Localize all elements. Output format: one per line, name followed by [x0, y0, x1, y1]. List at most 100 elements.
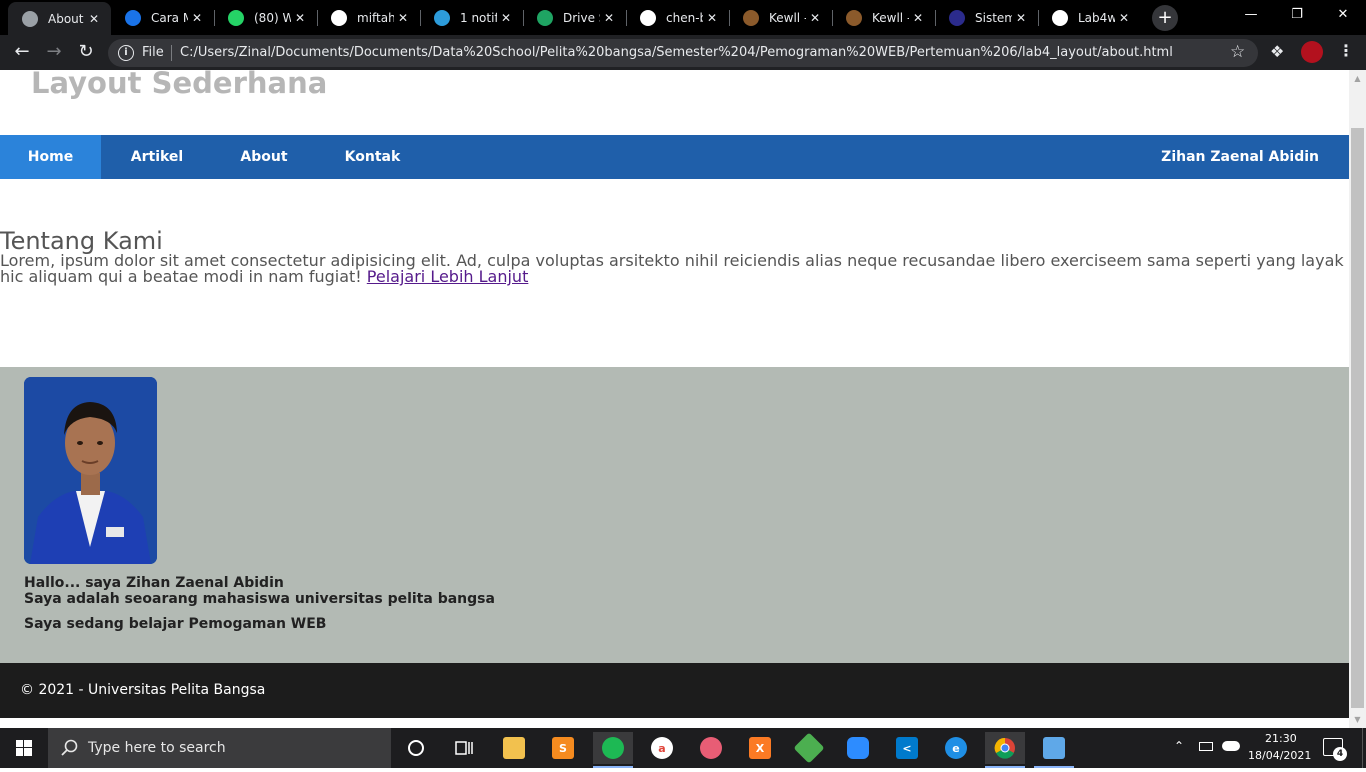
- notification-count: 4: [1333, 747, 1347, 761]
- search-icon: [60, 738, 80, 758]
- onedrive-cloud-icon[interactable]: [1222, 741, 1240, 751]
- show-desktop-button[interactable]: [1362, 728, 1366, 768]
- browser-tab-label: (80) Wh: [254, 10, 291, 25]
- browser-tab[interactable]: miftahu✕: [317, 0, 420, 35]
- scroll-down-arrow-icon[interactable]: ▼: [1349, 711, 1366, 728]
- new-tab-button[interactable]: +: [1152, 5, 1178, 31]
- tab-close-icon[interactable]: ✕: [600, 11, 618, 25]
- browser-tab[interactable]: (80) Wh✕: [214, 0, 317, 35]
- git-icon[interactable]: [789, 732, 829, 764]
- nav-about[interactable]: About: [213, 135, 315, 179]
- browser-tab[interactable]: Kewll - ✕: [729, 0, 832, 35]
- search-placeholder: Type here to search: [88, 740, 226, 756]
- minimize-icon[interactable]: —: [1228, 0, 1274, 32]
- page-viewport: Layout Sederhana Home Artikel About Kont…: [0, 70, 1349, 728]
- clock-time[interactable]: 21:30: [1265, 732, 1297, 745]
- chrome-page-icon: [22, 10, 38, 27]
- app-a-icon[interactable]: a: [642, 732, 682, 764]
- close-window-icon[interactable]: ✕: [1320, 0, 1366, 32]
- restore-icon[interactable]: ❐: [1274, 0, 1320, 32]
- messenger-icon: [434, 9, 450, 26]
- browser-tab-label: Drive S: [563, 10, 600, 25]
- windows-start-icon[interactable]: [0, 728, 48, 768]
- extensions-puzzle-icon[interactable]: ❖: [1270, 42, 1284, 61]
- forward-arrow-icon[interactable]: →: [42, 41, 66, 65]
- whatsapp-icon: [228, 9, 244, 26]
- control-panel-icon[interactable]: [1034, 732, 1074, 768]
- page-footer: © 2021 - Universitas Pelita Bangsa: [0, 663, 1349, 718]
- browser-tab[interactable]: Cara M✕: [111, 0, 214, 35]
- main-navbar: Home Artikel About Kontak Zihan Zaenal A…: [0, 135, 1349, 179]
- browser-tab-label: chen-b: [666, 10, 703, 25]
- learn-more-link[interactable]: Pelajari Lebih Lanjut: [367, 267, 529, 286]
- xampp-icon[interactable]: X: [740, 732, 780, 764]
- profile-photo: [24, 377, 157, 564]
- nav-artikel[interactable]: Artikel: [101, 135, 213, 179]
- browser-tab-label: 1 notifi: [460, 10, 497, 25]
- chrome-icon[interactable]: [985, 732, 1025, 768]
- browser-tab[interactable]: chen-b✕: [626, 0, 729, 35]
- browser-tab[interactable]: About ✕: [8, 2, 111, 35]
- browser-tab[interactable]: Sistem ✕: [935, 0, 1038, 35]
- bookmark-star-icon[interactable]: ☆: [1230, 42, 1245, 62]
- task-view-icon[interactable]: [444, 732, 484, 764]
- sublime-text-icon[interactable]: S: [543, 732, 583, 764]
- browser-tab[interactable]: Drive S✕: [523, 0, 626, 35]
- nav-home[interactable]: Home: [0, 135, 101, 179]
- tab-close-icon[interactable]: ✕: [394, 11, 412, 25]
- browser-tab-strip: About✕Cara M✕(80) Wh✕miftahu✕1 notifi✕Dr…: [0, 0, 1366, 35]
- browser-tab[interactable]: Kewll - ✕: [832, 0, 935, 35]
- browser-tab[interactable]: 1 notifi✕: [420, 0, 523, 35]
- vertical-scrollbar[interactable]: ▲ ▼: [1349, 70, 1366, 728]
- info-icon[interactable]: i: [118, 45, 134, 61]
- tab-close-icon[interactable]: ✕: [1115, 11, 1133, 25]
- browser-tab-label: Cara M: [151, 10, 188, 25]
- browser-toolbar: ← → ↻ i File C:/Users/Zinal/Documents/Do…: [0, 35, 1366, 70]
- github-icon: [331, 9, 347, 26]
- more-menu-icon[interactable]: ⋮: [1338, 41, 1354, 60]
- cortana-icon[interactable]: [396, 732, 436, 764]
- tray-chevron-up-icon[interactable]: ⌃: [1174, 739, 1184, 753]
- profile-avatar[interactable]: [1301, 41, 1323, 63]
- zoom-icon[interactable]: [838, 732, 878, 764]
- back-arrow-icon[interactable]: ←: [10, 41, 34, 65]
- battery-icon[interactable]: [1199, 742, 1213, 751]
- browser-tab-label: miftahu: [357, 10, 394, 25]
- url-text[interactable]: C:/Users/Zinal/Documents/Documents/Data%…: [180, 45, 1173, 60]
- tab-close-icon[interactable]: ✕: [806, 11, 824, 25]
- browser-tab[interactable]: Lab4we✕: [1038, 0, 1141, 35]
- address-bar[interactable]: i File C:/Users/Zinal/Documents/Document…: [108, 39, 1258, 67]
- tab-close-icon[interactable]: ✕: [497, 11, 515, 25]
- clock-date[interactable]: 18/04/2021: [1248, 749, 1311, 762]
- profile-section: Hallo... saya Zihan Zaenal Abidin Saya a…: [0, 367, 1349, 663]
- reload-icon[interactable]: ↻: [74, 41, 98, 65]
- spotify-icon[interactable]: [593, 732, 633, 768]
- site-title: Layout Sederhana: [31, 70, 328, 100]
- about-text: Lorem, ipsum dolor sit amet consectetur …: [0, 251, 1344, 286]
- scrollbar-thumb[interactable]: [1351, 128, 1364, 708]
- edge-icon[interactable]: e: [936, 732, 976, 764]
- tab-close-icon[interactable]: ✕: [909, 11, 927, 25]
- tab-close-icon[interactable]: ✕: [1012, 11, 1030, 25]
- about-paragraph: Lorem, ipsum dolor sit amet consectetur …: [0, 253, 1345, 285]
- file-explorer-icon[interactable]: [494, 732, 534, 764]
- browser-tab-label: Kewll -: [769, 10, 806, 25]
- paint-icon[interactable]: [691, 732, 731, 764]
- book-icon: [743, 9, 759, 26]
- intro-description: Saya adalah seoarang mahasiswa universit…: [24, 591, 495, 607]
- university-icon: [949, 9, 965, 26]
- tab-close-icon[interactable]: ✕: [703, 11, 721, 25]
- tab-close-icon[interactable]: ✕: [188, 11, 206, 25]
- browser-tab-label: Kewll -: [872, 10, 909, 25]
- book-icon: [846, 9, 862, 26]
- nav-kontak[interactable]: Kontak: [315, 135, 430, 179]
- address-separator: [171, 45, 172, 61]
- vscode-icon[interactable]: <: [887, 732, 927, 764]
- nav-author[interactable]: Zihan Zaenal Abidin: [1161, 135, 1319, 179]
- google-drive-icon: [537, 9, 553, 26]
- browser-tab-label: Lab4we: [1078, 10, 1115, 25]
- scroll-up-arrow-icon[interactable]: ▲: [1349, 70, 1366, 87]
- taskbar-search-box[interactable]: Type here to search: [48, 728, 391, 768]
- tab-close-icon[interactable]: ✕: [85, 12, 103, 26]
- tab-close-icon[interactable]: ✕: [291, 11, 309, 25]
